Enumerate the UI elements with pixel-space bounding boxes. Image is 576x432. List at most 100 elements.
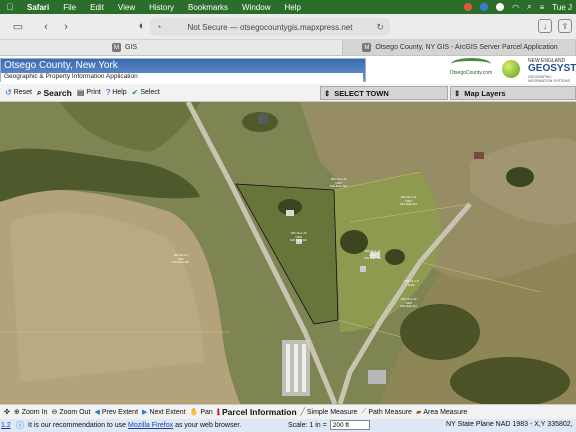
tab-favicon-icon: M (112, 43, 121, 52)
forward-arrow-icon: ▶ (142, 409, 148, 416)
ruler-icon: ╱ (300, 409, 305, 416)
parcel-label[interactable]: 180.19-1-10 1000 100 Main Rd (290, 231, 307, 243)
parcel-label[interactable]: 180.19-1-14 1000 100 Main Rd (400, 297, 417, 309)
print-button[interactable]: ▤ Print (77, 88, 101, 97)
privacy-shield-icon[interactable]: ◐ (132, 20, 152, 32)
address-text: Not Secure — otsegocountygis.mapxpress.n… (187, 22, 353, 32)
help-icon: ? (105, 88, 111, 97)
parcel-label[interactable]: 180.19-1-11 1000 100 Main Rd (400, 195, 417, 207)
zoom-in-button[interactable]: ⊕ Zoom In (14, 408, 48, 417)
next-extent-button[interactable]: ▶ Next Extent (142, 408, 186, 417)
select-town-panel[interactable]: ⇕ SELECT TOWN (320, 86, 448, 100)
brand-tagline: GEOGRAPHIC INFORMATION SYSTEMS (528, 75, 570, 83)
control-center-icon[interactable]: ≡ (540, 3, 545, 12)
page-subtitle: Geographic & Property Information Applic… (1, 73, 363, 83)
menu-bookmarks[interactable]: Bookmarks (181, 3, 235, 12)
search-label: Search (43, 87, 72, 98)
menu-view[interactable]: View (111, 3, 142, 12)
aerial-imagery (0, 102, 576, 404)
map-layers-label: Map Layers (464, 88, 506, 98)
path-icon: ⟋ (361, 408, 367, 415)
area-measure-button[interactable]: ▰ Area Measure (415, 408, 467, 417)
app-header: Otsego County, New York Geographic & Pro… (0, 56, 576, 84)
tab-label: Otsego County, NY GIS - ArcGIS Server Pa… (375, 44, 558, 51)
parcel-label[interactable]: 180.19-1-8 1000 (404, 279, 419, 287)
app-toolbar: ↺ Reset ⌕ Search ▤ Print ? Help ✔ Select… (0, 84, 576, 102)
menu-help[interactable]: Help (277, 3, 307, 12)
scale-input[interactable] (329, 420, 370, 430)
wifi-icon[interactable]: ◠ (512, 3, 519, 12)
tab-favicon-icon: M (362, 43, 372, 52)
reset-button[interactable]: ↺ Reset (5, 88, 32, 97)
info-icon: ⓘ (16, 421, 24, 430)
area-icon: ▰ (415, 409, 422, 416)
tab-gis[interactable]: M GIS (0, 40, 343, 55)
geosystems-logo[interactable]: NEW ENGLAND GEOSYSTE GEOGRAPHIC INFORMAT… (500, 58, 576, 83)
coordinate-readout: NY State Plane NAD 1983 - X,Y 335802, (446, 421, 573, 428)
scale-control: Scale: 1 in = (288, 420, 370, 430)
brand-large-text: GEOSYSTE (528, 63, 576, 74)
zoom-out-icon: ⊖ (51, 409, 58, 416)
status-app-icon[interactable] (480, 3, 489, 11)
tab-bar: M GIS M Otsego County, NY GIS - ArcGIS S… (0, 40, 576, 56)
parcel-label[interactable]: 180.19-1-13 1000 100 Main Rd (364, 249, 381, 261)
hills-logo-icon (451, 58, 491, 70)
pan-button[interactable]: ✋ Pan (189, 408, 213, 417)
share-icon[interactable]: ⇪ (558, 19, 572, 33)
back-icon[interactable]: ‹ (36, 21, 56, 33)
search-button[interactable]: ⌕ Search (37, 88, 72, 98)
select-button[interactable]: ✔ Select (132, 88, 160, 97)
help-button[interactable]: ? Help (106, 88, 127, 97)
map-layers-panel[interactable]: ⇕ Map Layers (450, 86, 576, 100)
printer-icon: ▤ (76, 88, 85, 97)
otsego-county-logo[interactable]: OtsegoCounty.com (444, 58, 498, 80)
reload-icon[interactable]: ↻ (376, 22, 384, 33)
parcel-information-button[interactable]: ℹ Parcel Information (217, 407, 297, 418)
browser-toolbar: ▭ ‹ › ◐ ◔ Not Secure — otsegocountygis.m… (0, 14, 576, 40)
title-banner: Otsego County, New York Geographic & Pro… (0, 58, 366, 83)
binoculars-icon: ⌕ (37, 87, 42, 97)
status-bar: 1.2 ⓘ It is our recommendation to use Mo… (0, 419, 576, 432)
menu-history[interactable]: History (142, 3, 181, 12)
scale-label: Scale: 1 in = (288, 421, 327, 429)
version-link[interactable]: 1.2 (0, 422, 16, 429)
sidebar-icon[interactable]: ▭ (8, 20, 28, 33)
checkmark-icon: ✔ (131, 88, 139, 97)
tab-label: GIS (125, 44, 138, 51)
pan-arrow-button[interactable]: ✜ (4, 408, 10, 416)
status-app-icon[interactable] (464, 3, 473, 11)
download-icon[interactable]: ↓ (538, 19, 552, 33)
print-label: Print (86, 89, 101, 96)
help-label: Help (112, 89, 127, 96)
expand-arrows-icon: ⇕ (324, 88, 331, 98)
reset-icon: ↺ (5, 88, 12, 97)
firefox-link[interactable]: Mozilla Firefox (128, 422, 173, 429)
search-icon[interactable]: ⌕ (527, 2, 531, 12)
apple-menu-icon[interactable]:  (0, 2, 20, 12)
status-app-icon[interactable] (496, 3, 505, 11)
lock-icon: ◔ (156, 22, 162, 32)
parcel-label[interactable]: 180.19-1-9 1000 100 Main Rd (172, 253, 189, 265)
zoom-out-button[interactable]: ⊖ Zoom Out (51, 408, 90, 417)
select-town-label: SELECT TOWN (334, 88, 389, 98)
aerial-map[interactable]: 180.19-1-12 1000 100 Main Rd 180.19-1-10 10… (0, 102, 576, 404)
parcel-label[interactable]: 180.19-1-12 1000 100 Main Rd (330, 177, 347, 189)
menubar-clock[interactable]: Tue J (552, 3, 572, 12)
forward-icon[interactable]: › (56, 21, 76, 33)
tab-parcel-application[interactable]: M Otsego County, NY GIS - ArcGIS Server … (343, 40, 576, 55)
prev-extent-button[interactable]: ◀ Prev Extent (94, 408, 138, 417)
menu-edit[interactable]: Edit (83, 3, 111, 12)
menu-safari[interactable]: Safari (20, 3, 56, 12)
address-bar[interactable]: ◔ Not Secure — otsegocountygis.mapxpress… (150, 18, 390, 36)
cross-arrows-icon: ✜ (4, 409, 10, 416)
menu-file[interactable]: File (56, 3, 83, 12)
menu-window[interactable]: Window (235, 3, 277, 12)
path-measure-button[interactable]: ⟋ Path Measure (361, 408, 412, 416)
hand-icon: ✋ (189, 409, 199, 416)
macos-menu-bar:  Safari File Edit View History Bookmark… (0, 0, 576, 14)
browser-notice: It is our recommendation to use Mozilla … (28, 422, 242, 429)
simple-measure-button[interactable]: ╱ Simple Measure (300, 408, 358, 417)
expand-arrows-icon: ⇕ (454, 88, 461, 98)
map-tools-bar: ✜ ⊕ Zoom In ⊖ Zoom Out ◀ Prev Extent ▶ N… (0, 404, 576, 419)
select-label: Select (140, 89, 160, 96)
